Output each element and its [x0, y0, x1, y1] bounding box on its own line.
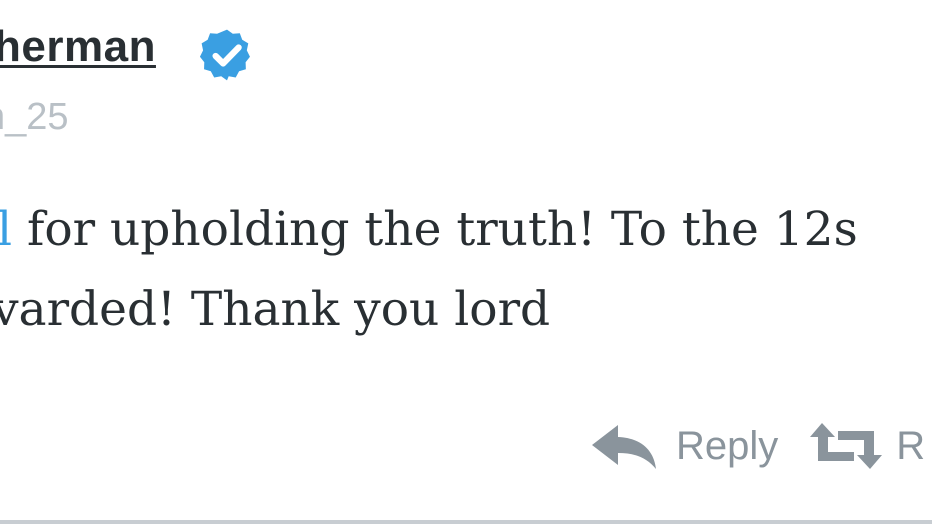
retweet-icon — [810, 423, 883, 469]
verified-badge-icon — [199, 29, 250, 81]
tweet-text-line-1: l for upholding the truth! To the 12s — [0, 190, 858, 270]
tweet-card: herman n_25 l for upholding the truth! T… — [0, 0, 932, 524]
retweet-button[interactable]: R — [808, 421, 925, 471]
author-handle[interactable]: n_25 — [0, 96, 69, 139]
tweet-text: l for upholding the truth! To the 12s va… — [0, 190, 858, 350]
reply-label: Reply — [676, 423, 779, 468]
reply-arrow-icon — [592, 425, 656, 469]
mention-link[interactable]: l — [0, 190, 12, 270]
tweet-text-line-2: varded! Thank you lord — [0, 282, 551, 337]
tweet-text-line-1-body: for upholding the truth! To the 12s — [12, 202, 858, 257]
divider — [0, 520, 932, 524]
retweet-label: R — [896, 423, 926, 468]
author-display-name[interactable]: herman — [0, 22, 156, 72]
tweet-actions: Reply R — [590, 418, 925, 474]
reply-button[interactable]: Reply — [590, 421, 778, 471]
